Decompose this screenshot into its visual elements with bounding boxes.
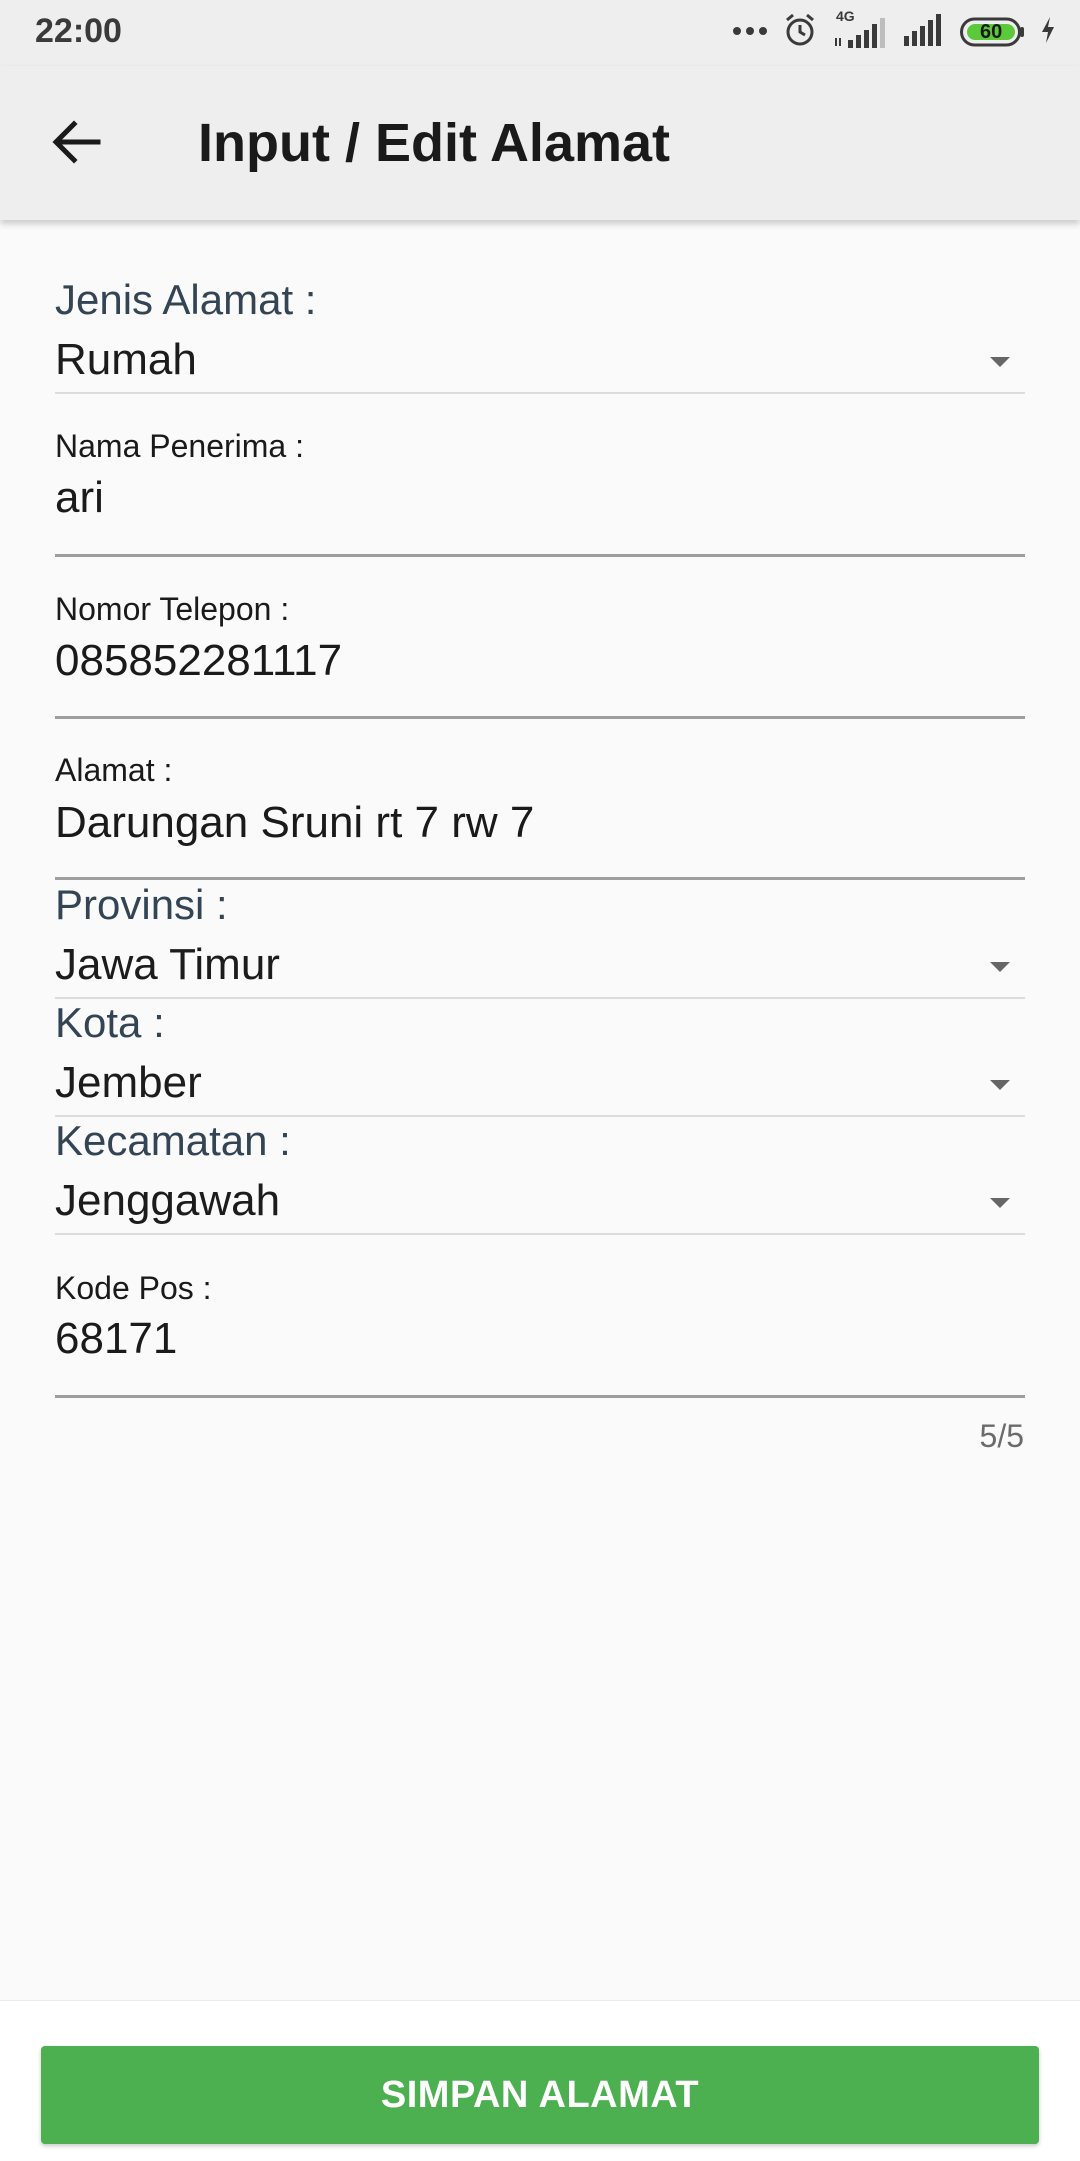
charging-icon [1040, 16, 1056, 49]
nama-penerima-input[interactable] [55, 470, 1015, 526]
page-title: Input / Edit Alamat [198, 113, 670, 173]
alamat-input[interactable] [55, 795, 1015, 851]
app-bar: Input / Edit Alamat [0, 66, 1080, 220]
status-icons: 4G 60 [732, 8, 1056, 53]
character-counter: 5/5 [979, 1418, 1024, 1454]
kode-pos-input[interactable] [55, 1311, 1015, 1367]
divider [55, 392, 1025, 394]
dropdown-caret-icon [990, 357, 1010, 367]
battery-level: 60 [980, 21, 1003, 43]
provinsi-value: Jawa Timur [55, 940, 280, 989]
kota-value: Jember [55, 1058, 202, 1107]
battery-icon: 60 [960, 17, 1026, 47]
nama-penerima-label: Nama Penerima : [55, 428, 304, 464]
alamat-label: Alamat : [55, 752, 173, 788]
provinsi-label: Provinsi : [55, 881, 228, 928]
dropdown-caret-icon [990, 1198, 1010, 1208]
signal-4g-icon: 4G [832, 8, 888, 52]
more-dots-icon [732, 23, 768, 41]
nomor-telepon-underline [55, 716, 1025, 719]
alarm-icon [782, 12, 818, 53]
kecamatan-label: Kecamatan : [55, 1117, 291, 1164]
divider [55, 1233, 1025, 1235]
dropdown-caret-icon [990, 962, 1010, 972]
kecamatan-value: Jenggawah [55, 1176, 281, 1225]
kota-label: Kota : [55, 999, 165, 1046]
save-address-button[interactable]: SIMPAN ALAMAT [41, 2046, 1039, 2144]
status-bar: 22:00 4G 60 [0, 0, 1080, 66]
nomor-telepon-label: Nomor Telepon : [55, 591, 290, 627]
kode-pos-underline [55, 1395, 1025, 1398]
back-button[interactable] [45, 110, 109, 174]
alamat-underline [55, 877, 1025, 880]
kode-pos-label: Kode Pos : [55, 1270, 212, 1306]
signal-icon [902, 12, 946, 53]
status-time: 22:00 [35, 12, 122, 50]
jenis-alamat-value: Rumah [55, 335, 197, 384]
nomor-telepon-input[interactable] [55, 633, 1015, 689]
arrow-back-icon [52, 120, 101, 164]
divider [55, 997, 1025, 999]
nama-penerima-underline [55, 554, 1025, 557]
jenis-alamat-label: Jenis Alamat : [55, 276, 317, 323]
dropdown-caret-icon [990, 1080, 1010, 1090]
